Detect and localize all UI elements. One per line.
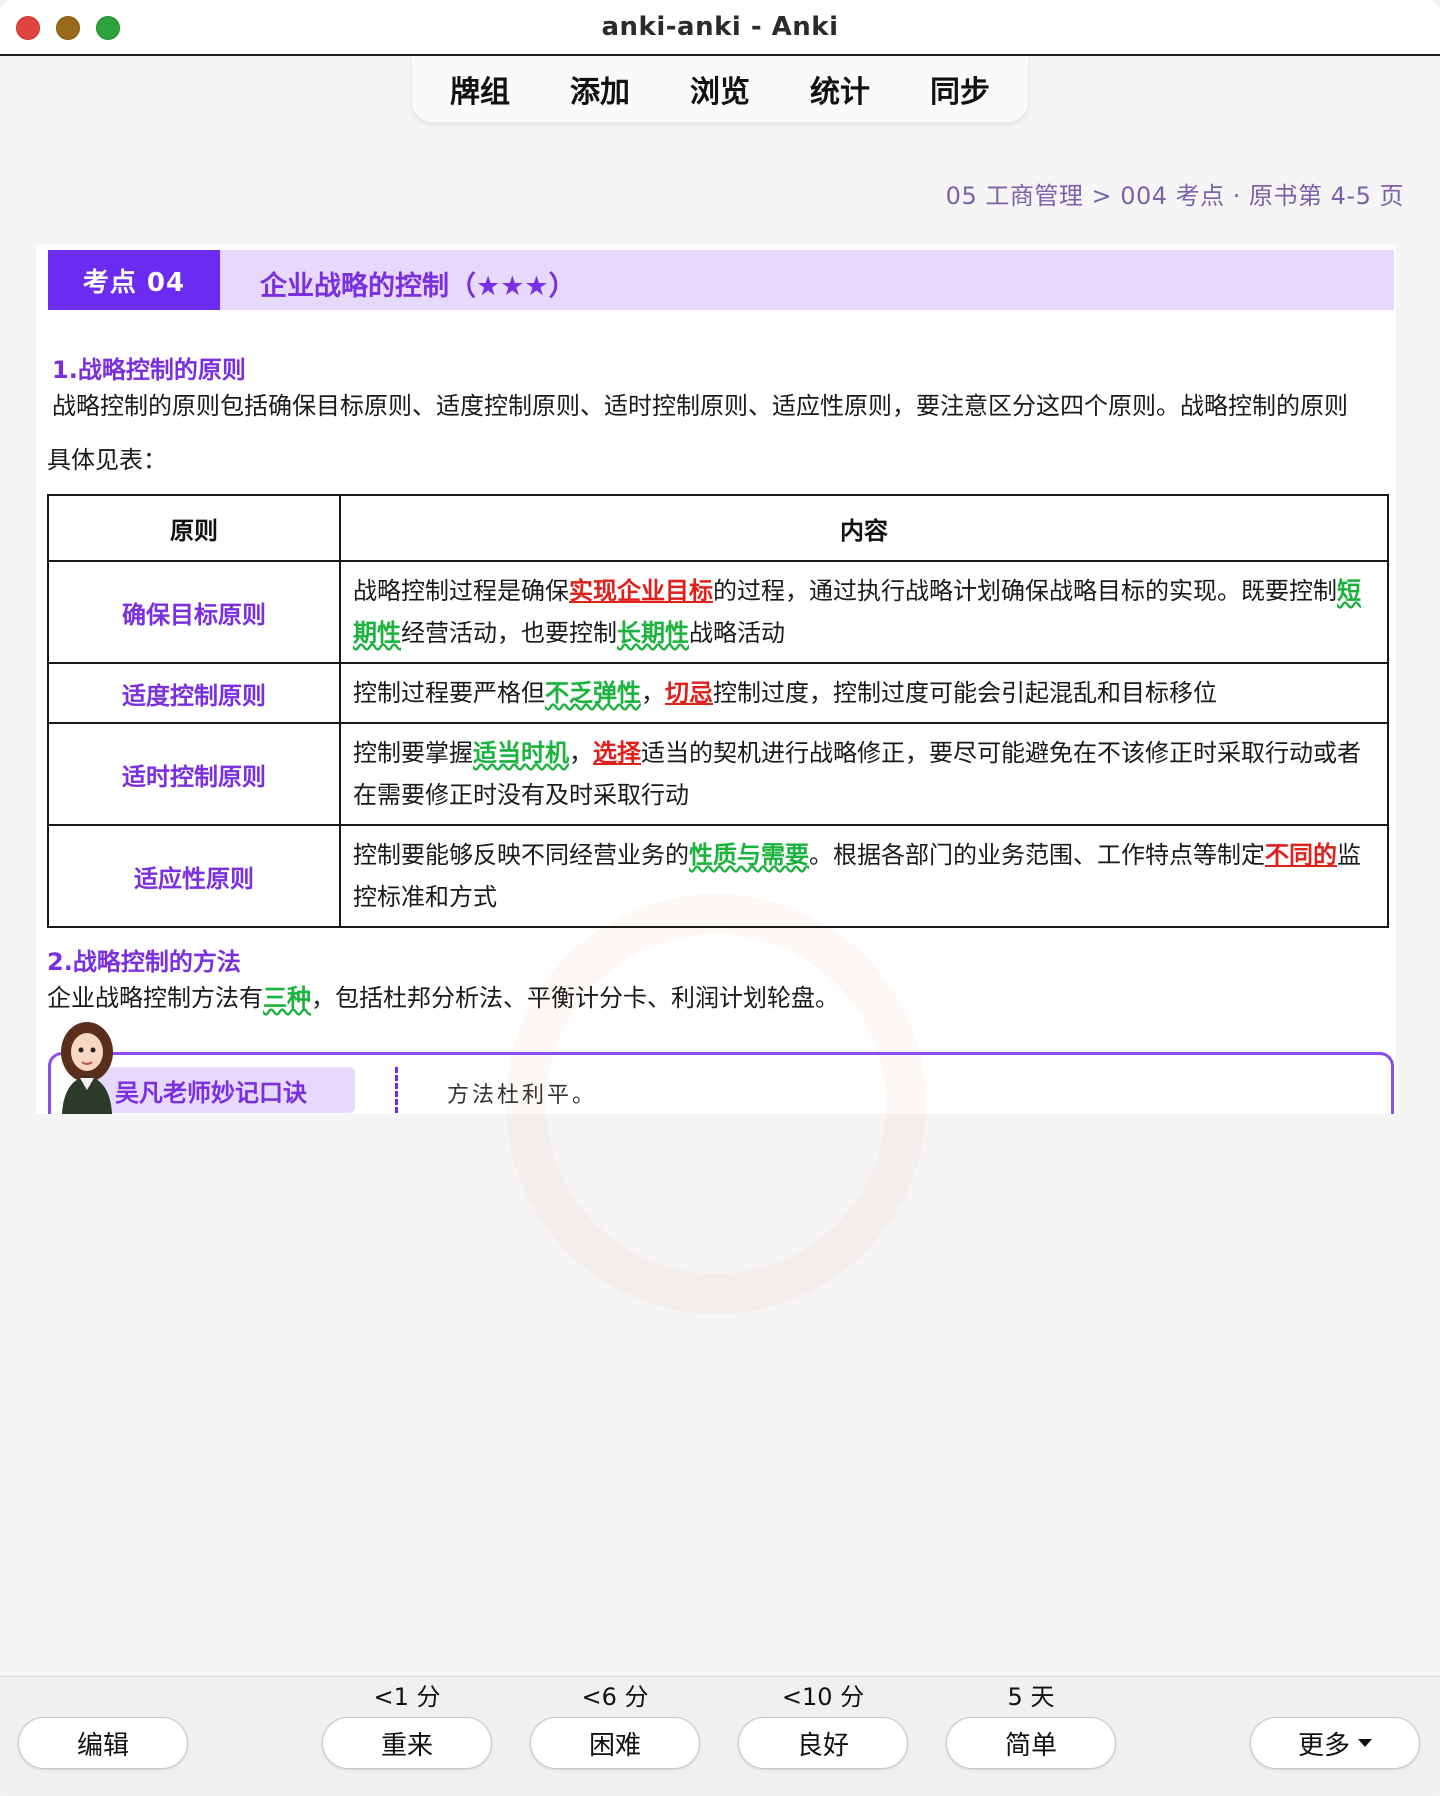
content-text: 。根据各部门的业务范围、工作特点等制定 [809, 841, 1265, 869]
content-text: 控制要能够反映不同经营业务的 [353, 841, 689, 869]
easy-button[interactable]: 简单 [946, 1717, 1116, 1769]
table-header-principle: 原则 [47, 494, 341, 562]
principle-content: 控制要掌握适当时机，选择适当的契机进行战略修正，要尽可能避免在不该修正时采取行动… [339, 722, 1389, 826]
good-button[interactable]: 良好 [738, 1717, 908, 1769]
anki-window: anki-anki - Anki 牌组 添加 浏览 统计 同步 05 工商管理 … [0, 0, 1440, 1796]
principle-name: 适应性原则 [47, 824, 341, 928]
toolbar-decks[interactable]: 牌组 [420, 67, 540, 111]
principle-name: 适度控制原则 [47, 662, 341, 724]
mnemonic-divider [395, 1067, 398, 1113]
content-text: 战略控制过程是确保 [353, 577, 569, 605]
section1-paragraph-line1: 战略控制的原则包括确保目标原则、适度控制原则、适时控制原则、适应性原则，要注意区… [52, 392, 1348, 420]
content-text: 的过程，通过执行战略计划确保战略目标的实现。既要控制 [713, 577, 1337, 605]
toolbar-stats[interactable]: 统计 [780, 67, 900, 111]
topic-badge: 考点 04 [48, 250, 220, 310]
content-text: 控制过程要严格但 [353, 679, 545, 707]
content-highlight: 选择 [593, 739, 641, 767]
content-highlight: 性质与需要 [689, 841, 809, 869]
table-row: 适度控制原则 控制过程要严格但不乏弹性，切忌控制过度，控制过度可能会引起混乱和目标… [47, 662, 1389, 724]
dropdown-caret-icon [1358, 1739, 1372, 1747]
window-title: anki-anki - Anki [601, 12, 839, 42]
mnemonic-label: 吴凡老师妙记口诀 [95, 1067, 355, 1113]
content-text: 控制过度，控制过度可能会引起混乱和目标移位 [713, 679, 1217, 707]
title-bar: anki-anki - Anki [0, 0, 1440, 56]
table-row: 适时控制原则 控制要掌握适当时机，选择适当的契机进行战略修正，要尽可能避免在不该修… [47, 722, 1389, 826]
principle-name: 确保目标原则 [47, 560, 341, 664]
toolbar-add[interactable]: 添加 [540, 67, 660, 111]
answer-bar: 编辑 <1 分 重来 <6 分 困难 <10 分 良好 5 天 简单 更多 [0, 1676, 1440, 1796]
section2-text-post: ，包括杜邦分析法、平衡计分卡、利润计划轮盘。 [311, 984, 839, 1012]
principle-name: 适时控制原则 [47, 722, 341, 826]
principle-content: 控制过程要严格但不乏弹性，切忌控制过度，控制过度可能会引起混乱和目标移位 [339, 662, 1389, 724]
good-interval: <10 分 [781, 1683, 865, 1711]
card-content: 考点 04 企业战略的控制（★★★） 1.战略控制的原则 战略控制的原则包括确保… [36, 244, 1396, 1314]
table-row: 确保目标原则 战略控制过程是确保实现企业目标的过程，通过执行战略计划确保战略目标的… [47, 560, 1389, 664]
topic-header: 考点 04 企业战略的控制（★★★） [48, 250, 1394, 310]
mnemonic-text: 方法杜利平。 [447, 1083, 598, 1108]
content-highlight: 不乏弹性 [545, 679, 641, 707]
section2-paragraph: 企业战略控制方法有三种，包括杜邦分析法、平衡计分卡、利润计划轮盘。 [47, 978, 839, 1018]
content-text: 控制要掌握 [353, 739, 473, 767]
hard-interval: <6 分 [581, 1683, 649, 1711]
easy-interval: 5 天 [1007, 1683, 1055, 1711]
section1-title: 1.战略控制的原则 [52, 356, 246, 384]
content-highlight: 实现企业目标 [569, 577, 713, 605]
content-highlight: 长期性 [617, 619, 689, 647]
content-highlight: 适当时机 [473, 739, 569, 767]
principles-table: 原则 内容 确保目标原则 战略控制过程是确保实现企业目标的过程，通过执行战略计划确… [47, 494, 1389, 928]
topic-title: 企业战略的控制（★★★） [260, 271, 576, 302]
content-highlight: 切忌 [665, 679, 713, 707]
more-button-label: 更多 [1297, 1730, 1350, 1761]
table-header-row: 原则 内容 [47, 494, 1389, 562]
content-highlight: 不同的 [1265, 841, 1337, 869]
again-button[interactable]: 重来 [322, 1717, 492, 1769]
again-interval: <1 分 [373, 1683, 441, 1711]
teacher-avatar-icon [61, 1022, 113, 1114]
principle-content: 控制要能够反映不同经营业务的性质与需要。根据各部门的业务范围、工作特点等制定不同… [339, 824, 1389, 928]
principle-content: 战略控制过程是确保实现企业目标的过程，通过执行战略计划确保战略目标的实现。既要控… [339, 560, 1389, 664]
table-header-content: 内容 [339, 494, 1389, 562]
section2-title: 2.战略控制的方法 [47, 948, 241, 976]
hard-button[interactable]: 困难 [530, 1717, 700, 1769]
section2-text-pre: 企业战略控制方法有 [47, 984, 263, 1012]
content-text: 战略活动 [689, 619, 785, 647]
more-button[interactable]: 更多 [1250, 1717, 1420, 1769]
content-text: ， [641, 679, 665, 707]
main-toolbar: 牌组 添加 浏览 统计 同步 [412, 56, 1028, 122]
content-text: ， [569, 739, 593, 767]
breadcrumb: 05 工商管理 > 004 考点 · 原书第 4-5 页 [945, 182, 1404, 210]
toolbar-sync[interactable]: 同步 [900, 67, 1020, 111]
edit-button[interactable]: 编辑 [18, 1717, 188, 1769]
section2-highlight: 三种 [263, 984, 311, 1012]
table-row: 适应性原则 控制要能够反映不同经营业务的性质与需要。根据各部门的业务范围、工作特点… [47, 824, 1389, 928]
toolbar-browse[interactable]: 浏览 [660, 67, 780, 111]
mnemonic-box: 吴凡老师妙记口诀 方法杜利平。 [48, 1052, 1394, 1114]
content-text: 经营活动，也要控制 [401, 619, 617, 647]
section1-paragraph-line2: 具体见表： [47, 446, 167, 474]
